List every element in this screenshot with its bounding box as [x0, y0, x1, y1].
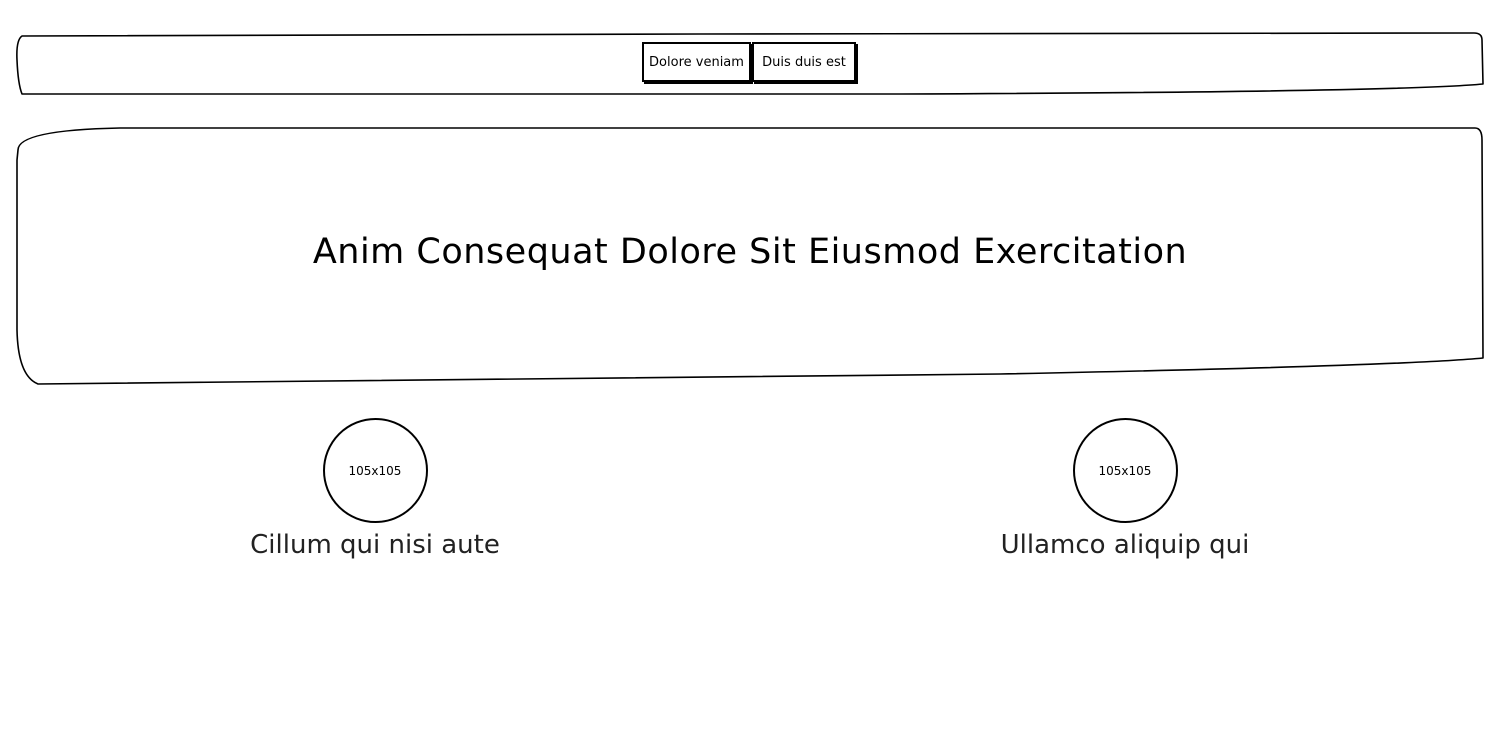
feature-caption: Ullamco aliquip qui [1000, 530, 1250, 560]
nav-button-duis-duis-est[interactable]: Duis duis est [752, 42, 856, 82]
feature-card: 105x105 Cillum qui nisi aute [175, 418, 575, 565]
hero-title: Anim Consequat Dolore Sit Eiusmod Exerci… [312, 232, 1188, 272]
nav-button-dolore-veniam[interactable]: Dolore veniam [642, 42, 751, 82]
header-nav: Dolore veniam Duis duis est [642, 42, 856, 82]
feature-card: 105x105 Ullamco aliquip qui [925, 418, 1325, 565]
feature-caption: Cillum qui nisi aute [250, 530, 500, 560]
image-placeholder: 105x105 [1072, 418, 1178, 523]
image-placeholder: 105x105 [322, 418, 428, 523]
sketch-outlines [16, 32, 1484, 385]
